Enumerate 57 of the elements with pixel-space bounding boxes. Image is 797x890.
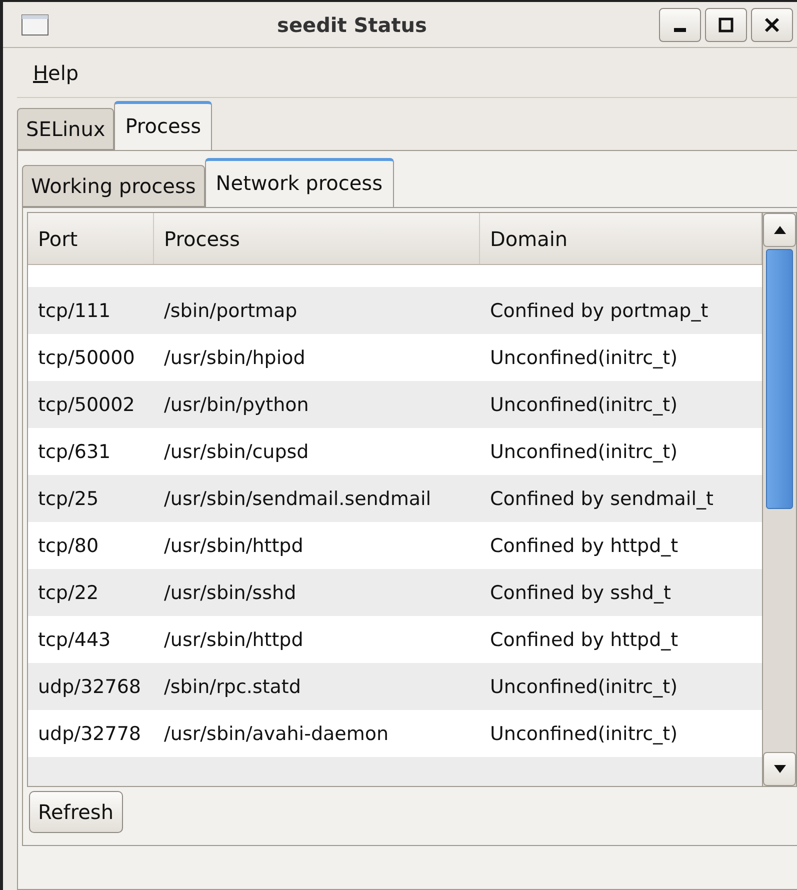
table-cell-text: /usr/sbin/httpd (163, 628, 304, 650)
table-cell-text: Confined by sshd_t (489, 582, 672, 604)
table-cell-text: udp/32778 (37, 722, 142, 744)
table-cell-text: Unconfined(initrc_t) (489, 346, 678, 368)
close-icon (764, 16, 780, 32)
table-cell-text: /usr/sbin/httpd (163, 534, 304, 556)
table-row[interactable]: udp/32768 /sbin/rpc.statd Unconfined(initrc_t) (28, 663, 762, 710)
minimize-button[interactable] (659, 8, 701, 42)
table-cell-text: /sbin/portmap (163, 300, 298, 322)
table-cell-text: tcp/25 (37, 488, 100, 510)
table-cell-text: udp/32768 (37, 676, 142, 698)
table-cell-text: /usr/sbin/sendmail.sendmail (163, 488, 432, 510)
table-cell-text: tcp/80 (37, 534, 100, 556)
table-cell-text: Confined by httpd_t (489, 534, 680, 556)
table-cell-text: tcp/50002 (37, 394, 136, 416)
scroll-up-button[interactable] (763, 213, 796, 247)
window-icon (21, 14, 49, 36)
table-cell-text: /usr/sbin/cupsd (163, 440, 310, 462)
table-cell-text: /sbin/rpc.statd (163, 676, 302, 698)
table-cell-text: Confined by sendmail_t (489, 488, 714, 510)
table-cell-text: tcp/111 (37, 300, 112, 322)
table-cell-text: /usr/sbin/avahi-daemon (163, 722, 390, 744)
table-cell-text: Unconfined(initrc_t) (489, 676, 678, 698)
tab[interactable]: Working process (22, 165, 205, 207)
scroll-down-button[interactable] (763, 752, 796, 786)
table-cell-text: tcp/443 (37, 628, 112, 650)
minimize-icon (674, 28, 686, 32)
close-button[interactable] (751, 8, 793, 42)
table-row[interactable]: tcp/25 /usr/sbin/sendmail.sendmail Confined by sendmail_t (28, 475, 762, 522)
table-cell-text: tcp/631 (37, 440, 112, 462)
refresh-button[interactable]: Refresh (29, 791, 123, 833)
table-cell-text: tcp/50000 (37, 346, 136, 368)
maximize-icon (718, 16, 734, 32)
table-cell-text: Confined by httpd_t (489, 628, 680, 650)
table-cell-text: Unconfined(initrc_t) (489, 394, 678, 416)
table-row[interactable]: tcp/111 /sbin/portmap Confined by portmap_t (28, 287, 762, 334)
window-title: seedit Status (276, 12, 428, 36)
menu-item[interactable]: Help (33, 60, 79, 84)
table-cell-text: Unconfined(initrc_t) (489, 440, 678, 462)
scrollbar[interactable] (762, 213, 796, 786)
column-header[interactable]: Port (28, 213, 154, 264)
table-row[interactable]: tcp/50002 /usr/bin/python Unconfined(initrc_t) (28, 381, 762, 428)
table-cell-text: tcp/22 (37, 582, 100, 604)
table-cell-text: Confined by portmap_t (489, 300, 710, 322)
up-arrow-icon (774, 226, 786, 234)
table-cell-text: /usr/sbin/sshd (163, 582, 298, 604)
tab[interactable]: Process (114, 101, 212, 150)
table-cell-text: /usr/bin/python (163, 394, 310, 416)
tab[interactable]: Network process (204, 158, 394, 207)
column-header[interactable]: Process (154, 213, 480, 264)
table-cell-text: Unconfined(initrc_t) (489, 722, 678, 744)
tab[interactable]: SELinux (17, 108, 114, 150)
down-arrow-icon (774, 765, 786, 773)
table-cell-text: /usr/sbin/hpiod (163, 346, 306, 368)
scrollbar-thumb[interactable] (766, 249, 793, 509)
maximize-button[interactable] (705, 8, 747, 42)
table-row[interactable]: tcp/22 /usr/sbin/sshd Confined by sshd_t (28, 569, 762, 616)
